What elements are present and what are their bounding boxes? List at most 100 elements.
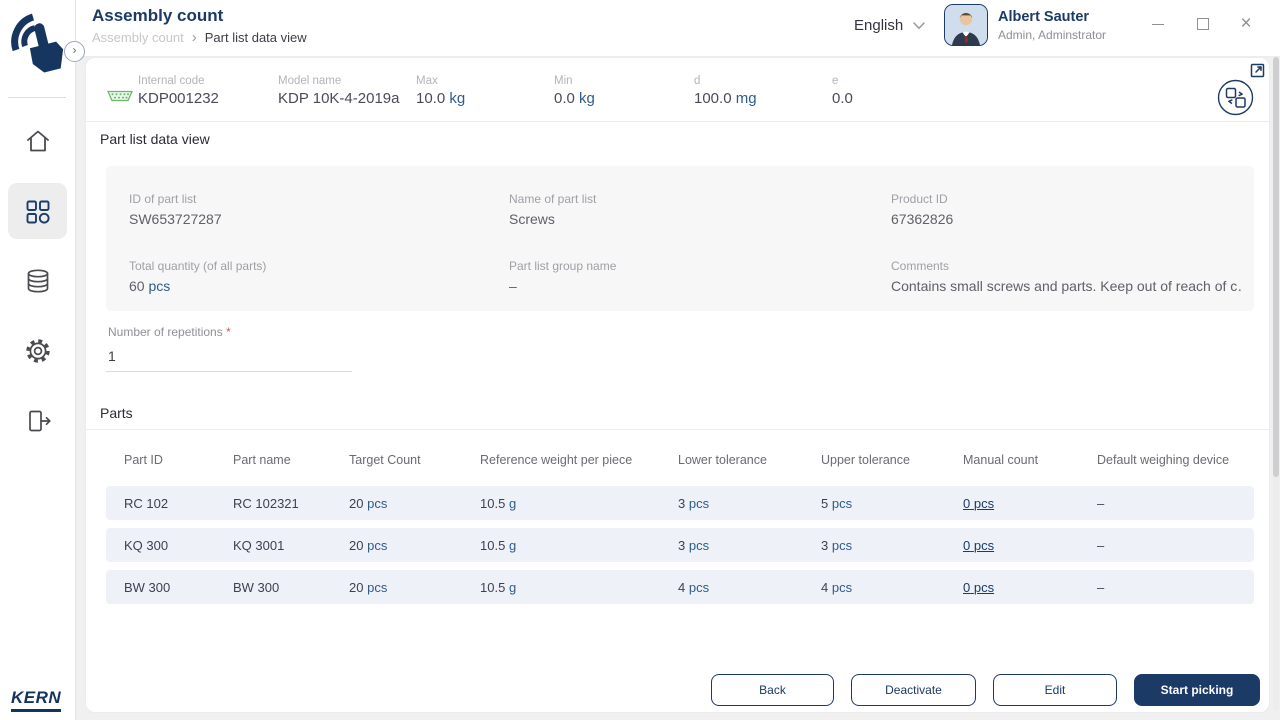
cell-manual-count: 0 pcs xyxy=(945,538,1079,553)
device-min: Min 0.0 kg xyxy=(554,75,595,107)
field-comments: Comments Contains small screws and parts… xyxy=(891,259,1243,294)
table-row[interactable]: BW 300 BW 300 20 pcs 10.5 g 4 pcs 4 pcs … xyxy=(106,570,1254,604)
language-selector[interactable]: English xyxy=(854,17,925,34)
scrollbar[interactable] xyxy=(1273,57,1279,711)
sidebar-item-database[interactable] xyxy=(8,253,67,309)
home-icon xyxy=(26,130,49,152)
change-device-button[interactable] xyxy=(1217,79,1254,121)
user-role: Admin, Adminstrator xyxy=(998,27,1107,42)
sidebar-divider xyxy=(8,97,66,98)
col-reference-weight: Reference weight per piece xyxy=(480,453,633,467)
device-max: Max 10.0 kg xyxy=(416,75,465,107)
field-value: 67362826 xyxy=(891,211,954,227)
cell-upper: 5 pcs xyxy=(821,495,853,511)
start-picking-button[interactable]: Start picking xyxy=(1134,674,1260,706)
action-bar: Back Deactivate Edit Start picking xyxy=(711,674,1260,706)
cell-device: – xyxy=(1097,537,1105,553)
field-label: Total quantity (of all parts) xyxy=(129,259,267,273)
col-upper-tolerance: Upper tolerance xyxy=(821,453,910,467)
repetitions-label: Number of repetitions * xyxy=(108,325,231,339)
field-total-quantity: Total quantity (of all parts) 60 pcs xyxy=(129,259,266,294)
field-id-of-part-list: ID of part list SW653727287 xyxy=(129,192,222,227)
cell-target: 20 pcs xyxy=(349,495,388,511)
table-row[interactable]: RC 102 RC 102321 20 pcs 10.5 g 3 pcs 5 p… xyxy=(106,486,1254,520)
cell-part-id: RC 102 xyxy=(124,495,169,511)
part-list-summary-panel: ID of part list SW653727287 Name of part… xyxy=(106,166,1254,311)
sidebar-item-settings[interactable] xyxy=(8,323,67,379)
top-bar: Assembly count Assembly count › Part lis… xyxy=(76,0,1280,57)
field-label: e xyxy=(832,75,839,87)
field-value: Screws xyxy=(509,211,555,227)
col-lower-tolerance: Lower tolerance xyxy=(678,453,767,467)
cell-upper: 4 pcs xyxy=(821,579,853,595)
sidebar-expand-button[interactable]: › xyxy=(64,41,85,62)
cell-device: – xyxy=(1097,495,1105,511)
table-row[interactable]: KQ 300 KQ 3001 20 pcs 10.5 g 3 pcs 3 pcs… xyxy=(106,528,1254,562)
sidebar-item-apps[interactable] xyxy=(8,183,67,239)
deactivate-button[interactable]: Deactivate xyxy=(851,674,976,706)
cell-target: 20 pcs xyxy=(349,537,388,553)
field-label: Internal code xyxy=(138,75,205,87)
breadcrumb-current: Part list data view xyxy=(204,30,307,45)
field-unit: kg xyxy=(579,90,595,107)
manual-count-link[interactable]: 0 pcs xyxy=(963,496,994,511)
touch-hand-logo-icon xyxy=(9,11,67,81)
manual-count-link[interactable]: 0 pcs xyxy=(963,580,994,595)
field-value: 0.0 xyxy=(832,90,853,107)
field-group-name: Part list group name – xyxy=(509,259,616,294)
cell-ref-weight: 10.5 g xyxy=(480,495,517,511)
back-button[interactable]: Back xyxy=(711,674,834,706)
field-label: Max xyxy=(416,75,438,87)
close-button[interactable]: × xyxy=(1238,14,1254,33)
cell-device: – xyxy=(1097,579,1105,595)
cell-ref-weight: 10.5 g xyxy=(480,579,517,595)
apps-icon xyxy=(26,200,50,224)
field-value: KDP001232 xyxy=(138,90,219,107)
page-title: Assembly count xyxy=(92,6,224,25)
breadcrumb-parent[interactable]: Assembly count xyxy=(92,30,184,45)
breadcrumb-separator-icon: › xyxy=(191,29,197,46)
repetitions-input[interactable] xyxy=(106,341,352,372)
table-header-row: Part ID Part name Target Count Reference… xyxy=(106,450,1254,470)
device-d: d 100.0 mg xyxy=(694,75,757,107)
edit-button[interactable]: Edit xyxy=(993,674,1117,706)
chevron-down-icon xyxy=(913,21,925,29)
device-bar-divider xyxy=(86,121,1269,122)
scrollbar-thumb[interactable] xyxy=(1273,57,1279,477)
language-value: English xyxy=(854,17,904,34)
cell-target: 20 pcs xyxy=(349,579,388,595)
sidebar: › KERN xyxy=(0,0,85,720)
cell-part-name: BW 300 xyxy=(233,579,280,595)
col-part-name: Part name xyxy=(233,453,291,467)
minimize-icon xyxy=(1152,23,1164,25)
maximize-icon xyxy=(1197,18,1209,30)
col-default-device: Default weighing device xyxy=(1097,453,1230,467)
col-part-id: Part ID xyxy=(124,453,163,467)
sidebar-item-logout[interactable] xyxy=(8,393,67,449)
field-product-id: Product ID 67362826 xyxy=(891,192,953,227)
cell-part-name: RC 102321 xyxy=(233,495,299,511)
cell-ref-weight: 10.5 g xyxy=(480,537,517,553)
field-value: Contains small screws and parts. Keep ou… xyxy=(891,278,1243,294)
field-label: Comments xyxy=(891,259,950,273)
swap-device-icon xyxy=(1217,79,1254,116)
manual-count-link[interactable]: 0 pcs xyxy=(963,538,994,553)
field-label: Name of part list xyxy=(509,192,597,206)
cell-manual-count: 0 pcs xyxy=(945,580,1079,595)
field-value: – xyxy=(509,278,517,294)
field-value: KDP 10K-4-2019a xyxy=(278,90,400,107)
device-model-name: Model name KDP 10K-4-2019a xyxy=(278,75,399,107)
sidebar-item-home[interactable] xyxy=(8,113,67,169)
field-value: 0.0 xyxy=(554,90,575,107)
field-label: Min xyxy=(554,75,573,87)
cell-part-name: KQ 3001 xyxy=(233,537,285,553)
required-asterisk: * xyxy=(226,325,231,339)
kern-brand-logo: KERN xyxy=(11,688,62,712)
field-label: Model name xyxy=(278,75,342,87)
maximize-button[interactable] xyxy=(1195,16,1211,32)
user-name: Albert Sauter xyxy=(998,8,1090,25)
user-menu[interactable]: Albert Sauter Admin, Adminstrator xyxy=(944,4,1106,46)
app-window: › KERN Assembly count Assembly count › P… xyxy=(0,0,1280,720)
minimize-button[interactable] xyxy=(1150,16,1166,32)
section-title-part-list: Part list data view xyxy=(100,131,210,147)
